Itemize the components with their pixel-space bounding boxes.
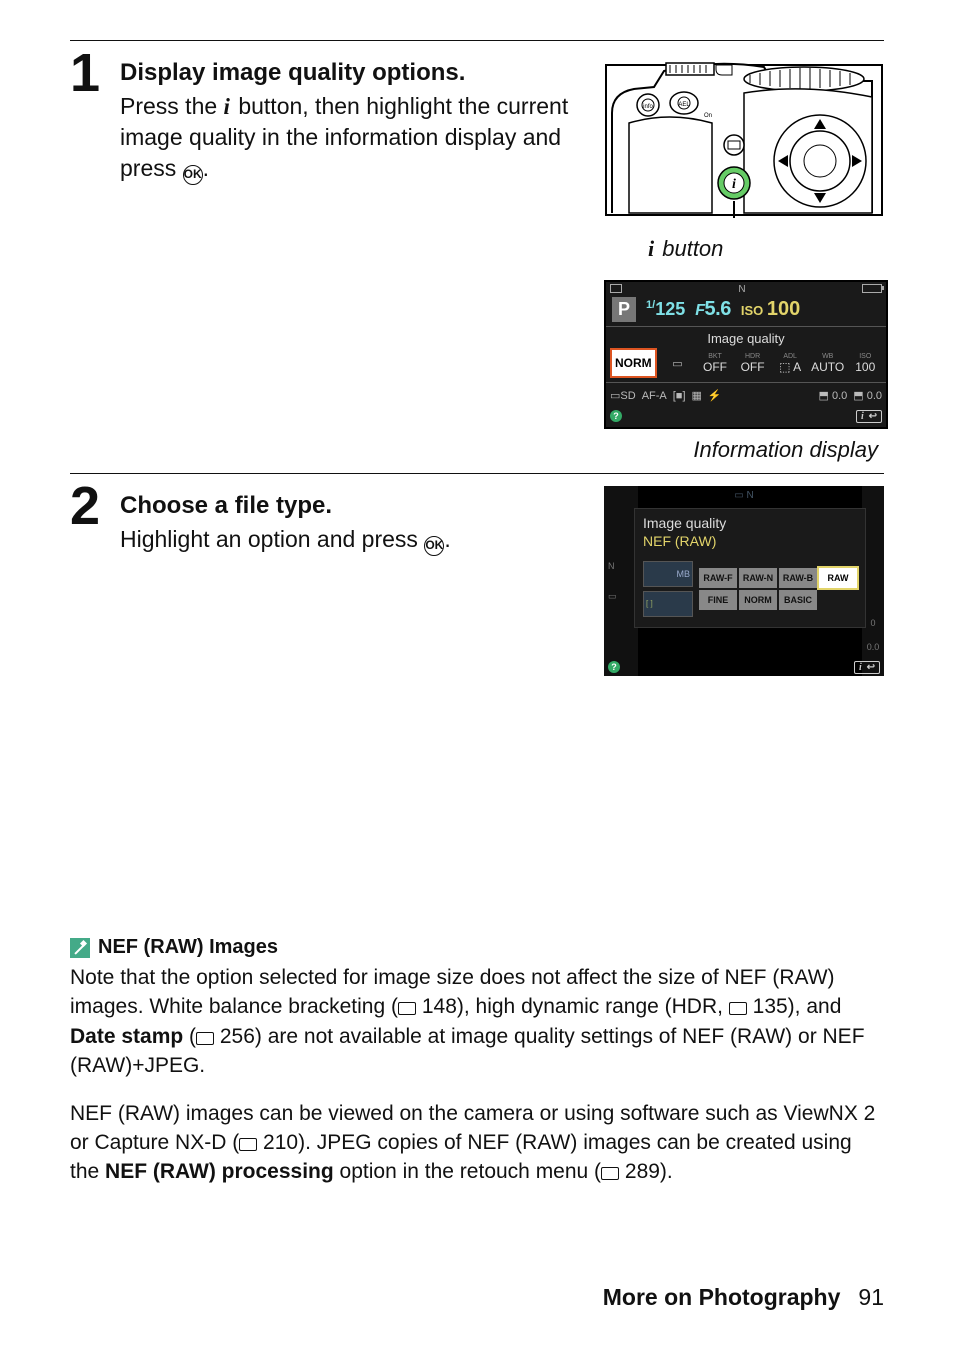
camera-illustration: info AEL On i	[604, 53, 884, 223]
page-ref-icon	[239, 1138, 257, 1150]
iso: ISO 100	[741, 298, 800, 321]
screen-top-icon: ▭ N	[604, 490, 884, 501]
exp-comp: ⬒ 0.0	[819, 389, 848, 402]
aperture: F5.6	[695, 298, 731, 321]
page-footer: More on Photography 91	[603, 1284, 884, 1311]
page-ref-icon	[398, 1002, 416, 1014]
step-1: 1 Display image quality options. Press t…	[70, 53, 884, 463]
thumb-jpeg	[643, 591, 693, 617]
flash-comp: ⬒ 0.0	[853, 389, 882, 402]
opt-basic: BASIC	[779, 590, 817, 610]
metering-icon: [■]	[673, 390, 686, 402]
shutter-speed: 1/125	[646, 299, 685, 320]
step-2-title: Choose a file type.	[120, 492, 584, 520]
i-button-caption: i button	[604, 236, 884, 262]
iq-option-grid: RAW-F RAW-N RAW-B RAW FINE NORM BASIC	[699, 568, 857, 610]
note-heading: NEF (RAW) Images	[98, 936, 278, 959]
i-return-icon: i ↩	[856, 410, 882, 423]
page-ref-icon	[601, 1167, 619, 1179]
step-1-text: Press the i button, then highlight the c…	[120, 91, 584, 185]
icon-single: ▭	[672, 358, 682, 370]
info-section-label: Image quality	[606, 327, 886, 348]
help-icon: ?	[608, 661, 620, 673]
note-paragraph-1: Note that the option selected for image …	[70, 963, 884, 1081]
info-display-caption: Information display	[604, 437, 884, 463]
card-slot-label: ▭SD	[610, 389, 636, 402]
opt-rawf: RAW-F	[699, 568, 737, 588]
step-1-number: 1	[70, 49, 116, 98]
note-paragraph-2: NEF (RAW) images can be viewed on the ca…	[70, 1099, 884, 1187]
opt-norm: NORM	[739, 590, 777, 610]
opt-fine: FINE	[699, 590, 737, 610]
battery-icon	[862, 284, 882, 293]
note-section: NEF (RAW) Images Note that the option se…	[70, 936, 884, 1187]
rule-top	[70, 40, 884, 41]
step-1-title: Display image quality options.	[120, 59, 584, 87]
iq-current: NEF (RAW)	[635, 531, 865, 557]
image-quality-highlight: NORM	[610, 348, 657, 378]
svg-text:AEL: AEL	[678, 102, 690, 108]
step-2: 2 Choose a file type. Highlight an optio…	[70, 486, 884, 676]
opt-rawb: RAW-B	[779, 568, 817, 588]
page-number: 91	[858, 1284, 884, 1310]
thumb-raw: MB	[643, 561, 693, 587]
section-title: More on Photography	[603, 1284, 841, 1310]
image-quality-select-screen: ▭ N N▭ 00.0 Image quality NEF (RAW) MB R…	[604, 486, 884, 676]
iq-title: Image quality	[635, 509, 865, 531]
ok-icon: OK	[183, 165, 203, 185]
memory-card-icon	[610, 284, 622, 293]
page-ref-icon	[729, 1002, 747, 1014]
help-icon: ?	[610, 410, 622, 422]
picctrl-icon: ▦	[692, 389, 702, 402]
page-ref-icon	[196, 1032, 214, 1044]
i-icon: i	[648, 236, 656, 261]
opt-raw-selected: RAW	[819, 568, 857, 588]
af-mode: AF-A	[642, 390, 667, 402]
pencil-icon	[70, 938, 90, 958]
opt-rawn: RAW-N	[739, 568, 777, 588]
ok-icon: OK	[424, 536, 444, 556]
svg-text:i: i	[732, 177, 736, 192]
i-return-icon: i ↩	[854, 661, 880, 674]
step-2-number: 2	[70, 482, 116, 531]
information-display-screen: N P 1/125 F5.6 ISO 100 Image quality NOR…	[604, 280, 888, 429]
i-icon: i	[224, 94, 232, 119]
step-2-text: Highlight an option and press OK.	[120, 524, 584, 556]
rule-mid	[70, 473, 884, 474]
svg-text:On: On	[704, 113, 712, 119]
flash-icon: ⚡	[708, 389, 722, 402]
svg-text:info: info	[643, 104, 653, 110]
mode-indicator: P	[612, 297, 636, 322]
